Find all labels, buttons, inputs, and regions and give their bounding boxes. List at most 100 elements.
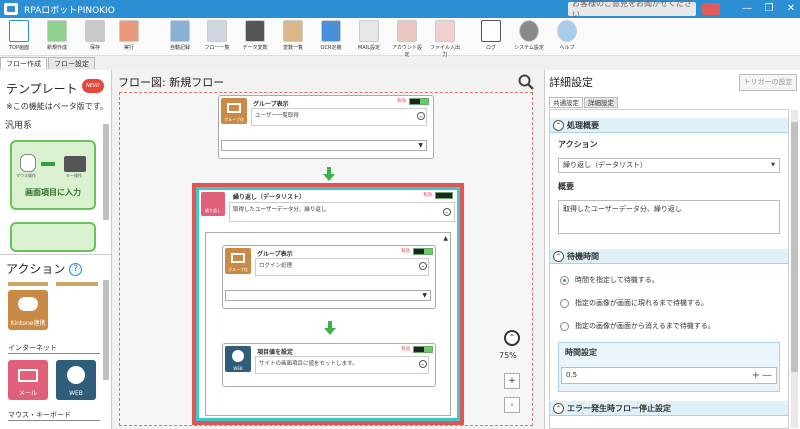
minimize-button[interactable]: — — [740, 2, 754, 16]
toolbar-label: 変数一覧 — [282, 45, 303, 51]
toolbar-varlist-button[interactable]: 変数一覧 — [276, 20, 310, 54]
radio-wait-time[interactable]: 時間を指定して待機する。 — [560, 275, 659, 285]
node-description[interactable]: ログイン処理 — [255, 258, 429, 276]
radio-label: 時間を指定して待機する。 — [575, 276, 659, 284]
summary-label: 概要 — [558, 182, 574, 191]
mail-icon — [18, 369, 38, 382]
toolbar-label: 新規作成 — [46, 45, 67, 51]
summary-textarea[interactable]: 取得したユーザーデータ分、繰り返し — [558, 200, 780, 234]
icon-label: グループ化 — [228, 267, 248, 272]
feedback-button[interactable]: お客様のご意見をお聞かせください — [568, 0, 696, 19]
scroll-up-icon[interactable]: ▲ — [443, 235, 448, 242]
section-title: 処理概要 — [567, 121, 599, 130]
toolbar-datavar-button[interactable]: データ変数 — [238, 20, 272, 54]
flow-node-setvalue[interactable]: WEB 項目値を設定 有効 サイトの画面項目に値をセットします。 ⌄ — [222, 343, 436, 387]
radio-dot[interactable] — [560, 321, 569, 331]
radio-wait-disappear[interactable]: 指定の画像が画面から消えるまで待機する。 — [560, 321, 715, 331]
collapse-icon[interactable]: ⌃ — [553, 251, 564, 262]
toolbar-log-button[interactable]: ログ — [474, 20, 508, 54]
toolbar-account-button[interactable]: アカウント設定 — [390, 20, 424, 58]
beta-note: ※この機能はベータ版です。 — [6, 102, 108, 111]
chevron-down-icon[interactable]: ⌄ — [417, 112, 425, 120]
action-select[interactable]: 繰り返し（データリスト） ▼ — [558, 158, 780, 173]
template-scrollbar[interactable] — [103, 124, 109, 220]
node-enable-toggle[interactable] — [413, 248, 433, 255]
template-card-next[interactable] — [10, 222, 96, 252]
collapse-icon[interactable]: ⌃ — [553, 120, 564, 131]
action-mail[interactable]: メール — [8, 360, 48, 400]
log-icon — [481, 20, 501, 42]
loop-body[interactable]: ▲ グループ化 グループ表示 有効 ログイン処理 ⌄ ▼ WEB 項目値を設定 … — [205, 232, 451, 416]
loop-node[interactable]: 繰り返し 繰り返し（データリスト） 有効 取得したユーザーデータ分、繰り返し ⌄… — [196, 187, 460, 421]
node-title: 項目値を設定 — [257, 349, 294, 356]
flow-node-group[interactable]: グループ化 グループ表示 有効 ユーザー一覧取得 ⌄ ▼ — [218, 95, 434, 159]
flow-node-group[interactable]: グループ化 グループ表示 有効 ログイン処理 ⌄ ▼ — [222, 245, 436, 309]
toolbar-autorecord-button[interactable]: 自動記録 — [163, 20, 197, 54]
feedback-icon[interactable] — [702, 3, 720, 15]
node-description[interactable]: ユーザー一覧取得 — [251, 108, 427, 126]
action-label: WEB — [69, 390, 83, 397]
toolbar-ocr-button[interactable]: OCR定義 — [314, 20, 348, 54]
radio-dot[interactable] — [560, 275, 569, 285]
time-input[interactable]: 0.5 + — — [561, 367, 777, 384]
toolbar-label: MAIL設定 — [358, 45, 380, 51]
minus-icon[interactable]: — — [762, 368, 772, 383]
scrollbar-thumb[interactable] — [791, 122, 798, 372]
detail-tabs: 共通設定 詳細設定 — [549, 97, 619, 108]
toolbar-label: 自動記録 — [169, 45, 190, 51]
node-enable-toggle[interactable] — [413, 346, 433, 353]
toolbar-label: アカウント設定 — [391, 45, 422, 58]
node-enable-toggle[interactable] — [409, 98, 429, 105]
trigger-settings-button[interactable]: トリガーの設定 — [739, 74, 797, 91]
toolbar-flowlist-button[interactable]: フロー一覧 — [200, 20, 234, 54]
toolbar-fileio-button[interactable]: ファイル入出力 — [428, 20, 462, 58]
toolbar-mail-button[interactable]: MAIL設定 — [352, 20, 386, 54]
zoom-in-button[interactable]: + — [504, 373, 520, 389]
toolbar-help-button[interactable]: ヘルプ — [550, 20, 584, 54]
toolbar-run-button[interactable]: 実行 — [112, 20, 146, 54]
tab-flow-create[interactable]: フロー作成 — [0, 57, 47, 69]
tab-flow-settings[interactable]: フロー設定 — [48, 57, 95, 69]
toolbar-label: ヘルプ — [559, 45, 575, 51]
chevron-down-icon[interactable]: ⌄ — [419, 262, 427, 270]
section-error-header[interactable]: ⌃ エラー発生時フロー停止設定 — [550, 401, 788, 416]
search-icon[interactable] — [518, 74, 534, 90]
radio-wait-appear[interactable]: 指定の画像が画面に現れるまで待機する。 — [560, 298, 708, 308]
dropdown-arrow-icon: ▼ — [418, 142, 423, 149]
help-icon[interactable]: ? — [69, 263, 83, 276]
maximize-button[interactable]: ❐ — [762, 2, 776, 16]
tab-common-settings[interactable]: 共通設定 — [549, 97, 583, 108]
chevron-down-icon[interactable]: ⌄ — [443, 208, 451, 216]
detail-scrollbar[interactable] — [791, 110, 798, 428]
node-enabled-label: 有効 — [423, 193, 432, 198]
action-kintone[interactable]: Kintone連携 — [8, 290, 48, 330]
close-button[interactable]: ✕ — [784, 2, 798, 16]
selected-node-frame[interactable]: 繰り返し 繰り返し（データリスト） 有効 取得したユーザーデータ分、繰り返し ⌄… — [192, 183, 464, 425]
section-overview-header[interactable]: ⌃ 処理概要 — [550, 118, 788, 133]
zoom-out-button[interactable]: - — [504, 397, 520, 413]
template-card-input[interactable]: マウス操作 キー操作 画面項目に入力 — [10, 140, 96, 210]
toolbar-top-button[interactable]: TOP画面 — [2, 20, 36, 54]
node-dropdown[interactable]: ▼ — [225, 290, 431, 301]
toolbar-system-button[interactable]: システム設定 — [512, 20, 546, 54]
toolbar-label: フロー一覧 — [204, 45, 230, 51]
toolbar-save-button[interactable]: 保存 — [78, 20, 112, 54]
tab-detail-settings[interactable]: 詳細設定 — [584, 97, 618, 108]
radio-dot[interactable] — [560, 298, 569, 308]
flow-canvas[interactable]: グループ化 グループ表示 有効 ユーザー一覧取得 ⌄ ▼ 繰り返し 繰り返し（デ… — [119, 92, 533, 426]
zoom-fit-icon[interactable]: ⌃ — [504, 330, 520, 346]
section-wait-header[interactable]: ⌃ 待機時間 — [550, 249, 788, 264]
node-description[interactable]: サイトの画面項目に値をセットします。 — [255, 356, 429, 374]
action-scrollbar[interactable] — [103, 280, 109, 380]
collapse-icon[interactable]: ⌃ — [553, 403, 564, 414]
toolbar-new-button[interactable]: 新規作成 — [40, 20, 74, 54]
group-icon: グループ化 — [225, 248, 251, 274]
mouse-label: マウス操作 — [16, 173, 36, 178]
arrow-down-icon — [323, 167, 335, 181]
action-web[interactable]: WEB — [56, 360, 96, 400]
node-dropdown[interactable]: ▼ — [221, 140, 427, 151]
node-description[interactable]: 取得したユーザーデータ分、繰り返し — [229, 202, 455, 222]
node-enable-toggle[interactable] — [435, 192, 453, 199]
chevron-down-icon[interactable]: ⌄ — [419, 360, 427, 368]
plus-icon[interactable]: + — [752, 368, 760, 383]
